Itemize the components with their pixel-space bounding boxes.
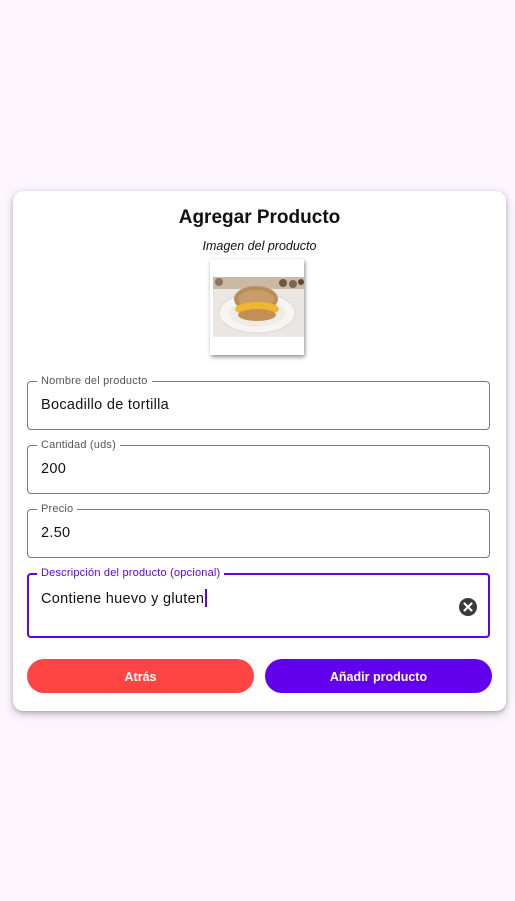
text-caret xyxy=(205,589,208,607)
sandwich-photo xyxy=(213,277,304,337)
product-name-value: Bocadillo de tortilla xyxy=(41,397,170,413)
price-label: Precio xyxy=(37,502,78,516)
description-value-wrap: Contiene huevo y gluten xyxy=(41,589,208,607)
clear-icon[interactable] xyxy=(459,598,477,616)
add-product-dialog: Agregar Producto Imagen del producto Nom… xyxy=(13,191,506,711)
back-button[interactable]: Atrás xyxy=(27,659,254,693)
quantity-label: Cantidad (uds) xyxy=(37,438,120,452)
product-image[interactable] xyxy=(210,259,304,355)
product-image-label: Imagen del producto xyxy=(202,239,317,253)
description-value: Contiene huevo y gluten xyxy=(41,591,205,607)
add-product-button[interactable]: Añadir producto xyxy=(265,659,492,693)
product-name-field[interactable]: Nombre del producto Bocadillo de tortill… xyxy=(27,374,490,430)
quantity-value: 200 xyxy=(41,461,67,477)
price-value: 2.50 xyxy=(41,525,71,541)
product-name-label: Nombre del producto xyxy=(37,374,152,388)
description-label: Descripción del producto (opcional) xyxy=(37,566,225,580)
description-field[interactable]: Descripción del producto (opcional) Cont… xyxy=(27,566,490,638)
price-field[interactable]: Precio 2.50 xyxy=(27,502,490,558)
dialog-title: Agregar Producto xyxy=(178,207,341,228)
quantity-field[interactable]: Cantidad (uds) 200 xyxy=(27,438,490,494)
